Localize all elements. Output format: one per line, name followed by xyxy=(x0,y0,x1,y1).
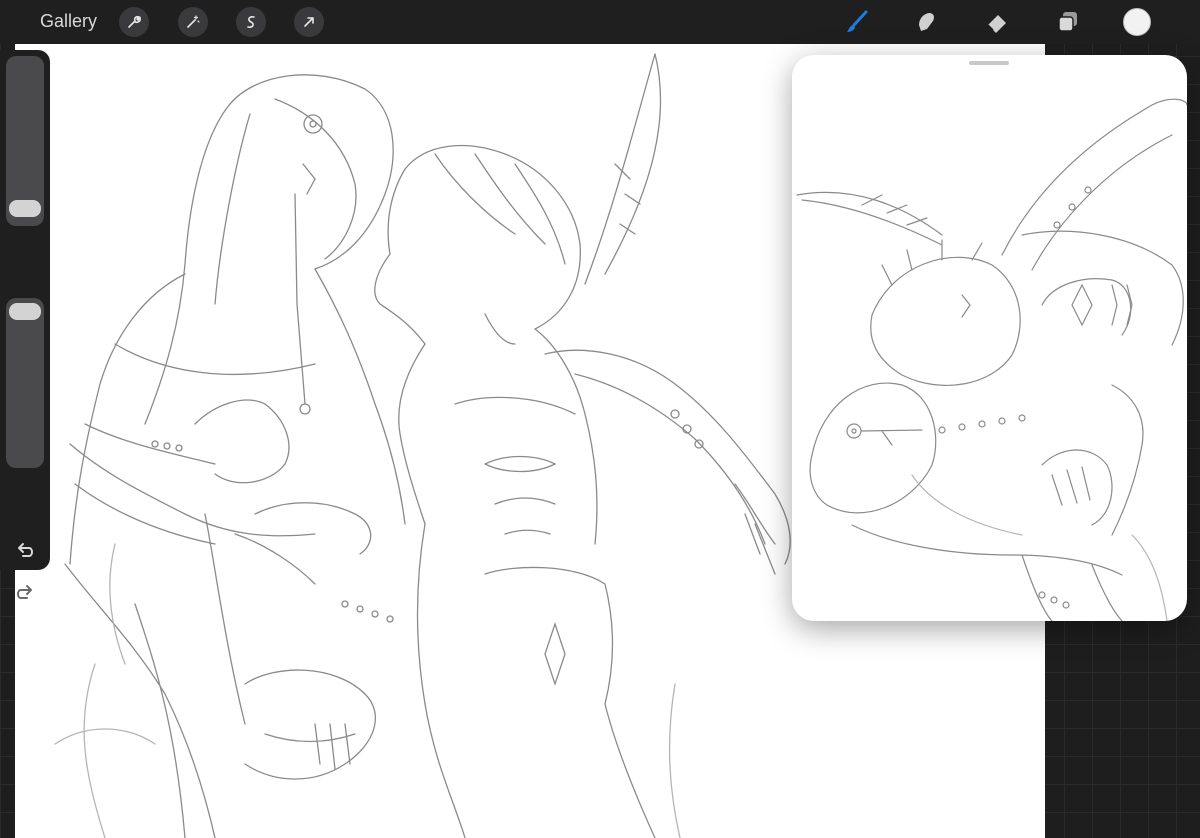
color-picker-swatch[interactable] xyxy=(1123,8,1151,36)
magic-wand-icon[interactable] xyxy=(178,7,208,37)
layers-icon[interactable] xyxy=(1053,7,1083,37)
opacity-slider-thumb[interactable] xyxy=(9,303,41,320)
gallery-button[interactable]: Gallery xyxy=(40,11,97,32)
wrench-icon[interactable] xyxy=(119,7,149,37)
selection-icon[interactable] xyxy=(236,7,266,37)
smudge-icon[interactable] xyxy=(911,7,941,37)
brush-icon[interactable] xyxy=(842,7,872,37)
brush-size-slider-thumb[interactable] xyxy=(9,200,41,217)
undo-icon[interactable] xyxy=(13,542,37,562)
reference-sketch xyxy=(796,98,1187,621)
brush-size-slider[interactable] xyxy=(6,56,44,226)
transform-arrow-icon[interactable] xyxy=(294,7,324,37)
opacity-slider[interactable] xyxy=(6,298,44,468)
top-toolbar: Gallery xyxy=(0,0,1200,44)
reference-window-grabber[interactable] xyxy=(969,61,1009,65)
eraser-icon[interactable] xyxy=(982,7,1012,37)
redo-icon[interactable] xyxy=(13,584,37,604)
reference-window[interactable] xyxy=(792,55,1187,621)
left-sidebar xyxy=(0,50,50,599)
